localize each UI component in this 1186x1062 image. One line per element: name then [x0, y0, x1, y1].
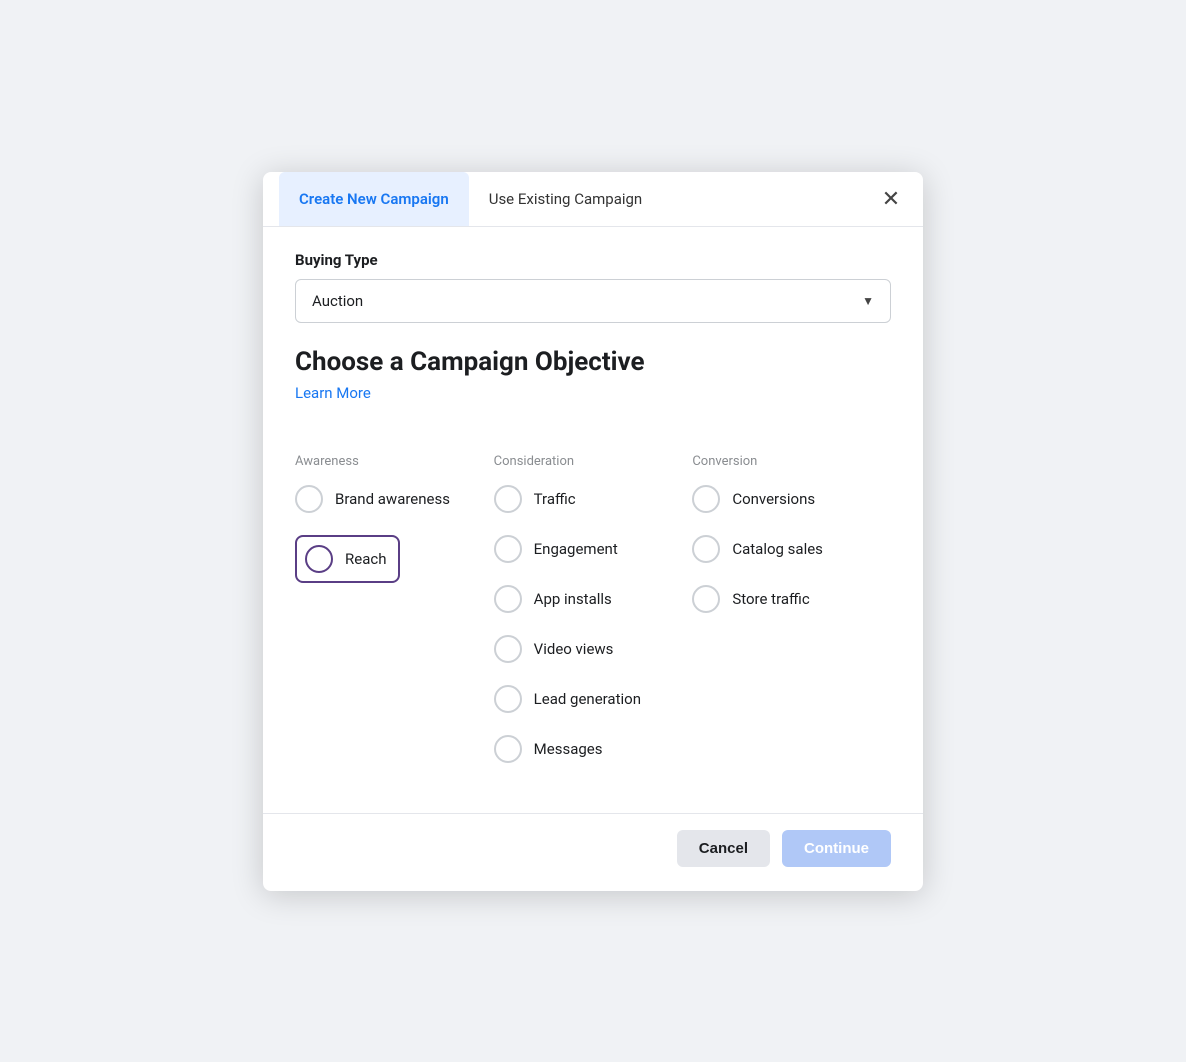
objective-conversions[interactable]: Conversions: [692, 485, 891, 513]
campaign-objective-title: Choose a Campaign Objective: [295, 347, 891, 377]
awareness-header: Awareness: [295, 454, 494, 469]
label-video-views: Video views: [534, 640, 614, 658]
tab-bar: Create New Campaign Use Existing Campaig…: [263, 172, 923, 227]
buying-type-label: Buying Type: [295, 251, 891, 269]
radio-app-installs[interactable]: [494, 585, 522, 613]
tab-create-campaign[interactable]: Create New Campaign: [279, 172, 469, 226]
label-conversions: Conversions: [732, 490, 815, 508]
buying-type-value: Auction: [312, 292, 363, 310]
label-store-traffic: Store traffic: [732, 590, 809, 608]
label-catalog-sales: Catalog sales: [732, 540, 823, 558]
objective-lead-generation[interactable]: Lead generation: [494, 685, 693, 713]
objective-catalog-sales[interactable]: Catalog sales: [692, 535, 891, 563]
objective-brand-awareness[interactable]: Brand awareness: [295, 485, 494, 513]
modal-footer: Cancel Continue: [263, 813, 923, 891]
radio-messages[interactable]: [494, 735, 522, 763]
objective-reach-wrapper[interactable]: Reach: [295, 535, 400, 583]
objective-store-traffic[interactable]: Store traffic: [692, 585, 891, 613]
tab-use-existing[interactable]: Use Existing Campaign: [469, 172, 663, 226]
radio-lead-generation[interactable]: [494, 685, 522, 713]
objectives-grid: Awareness Brand awareness Reach Consider…: [295, 454, 891, 785]
label-brand-awareness: Brand awareness: [335, 490, 450, 508]
label-engagement: Engagement: [534, 540, 618, 558]
label-traffic: Traffic: [534, 490, 576, 508]
objective-app-installs[interactable]: App installs: [494, 585, 693, 613]
conversion-header: Conversion: [692, 454, 891, 469]
radio-brand-awareness[interactable]: [295, 485, 323, 513]
consideration-column: Consideration Traffic Engagement App ins…: [494, 454, 693, 785]
objective-engagement[interactable]: Engagement: [494, 535, 693, 563]
label-app-installs: App installs: [534, 590, 612, 608]
objective-messages[interactable]: Messages: [494, 735, 693, 763]
radio-traffic[interactable]: [494, 485, 522, 513]
objective-video-views[interactable]: Video views: [494, 635, 693, 663]
radio-store-traffic[interactable]: [692, 585, 720, 613]
campaign-modal: Create New Campaign Use Existing Campaig…: [263, 172, 923, 891]
conversion-column: Conversion Conversions Catalog sales Sto…: [692, 454, 891, 785]
dropdown-arrow-icon: ▼: [862, 294, 874, 308]
label-messages: Messages: [534, 740, 603, 758]
objective-traffic[interactable]: Traffic: [494, 485, 693, 513]
modal-content: Buying Type Auction ▼ Choose a Campaign …: [263, 227, 923, 805]
close-button[interactable]: ✕: [875, 183, 907, 215]
learn-more-link[interactable]: Learn More: [295, 384, 371, 402]
radio-video-views[interactable]: [494, 635, 522, 663]
consideration-header: Consideration: [494, 454, 693, 469]
radio-reach[interactable]: [305, 545, 333, 573]
radio-engagement[interactable]: [494, 535, 522, 563]
radio-conversions[interactable]: [692, 485, 720, 513]
label-lead-generation: Lead generation: [534, 690, 641, 708]
awareness-column: Awareness Brand awareness Reach: [295, 454, 494, 785]
label-reach: Reach: [345, 550, 386, 568]
radio-catalog-sales[interactable]: [692, 535, 720, 563]
continue-button[interactable]: Continue: [782, 830, 891, 867]
cancel-button[interactable]: Cancel: [677, 830, 770, 867]
buying-type-dropdown[interactable]: Auction ▼: [295, 279, 891, 323]
